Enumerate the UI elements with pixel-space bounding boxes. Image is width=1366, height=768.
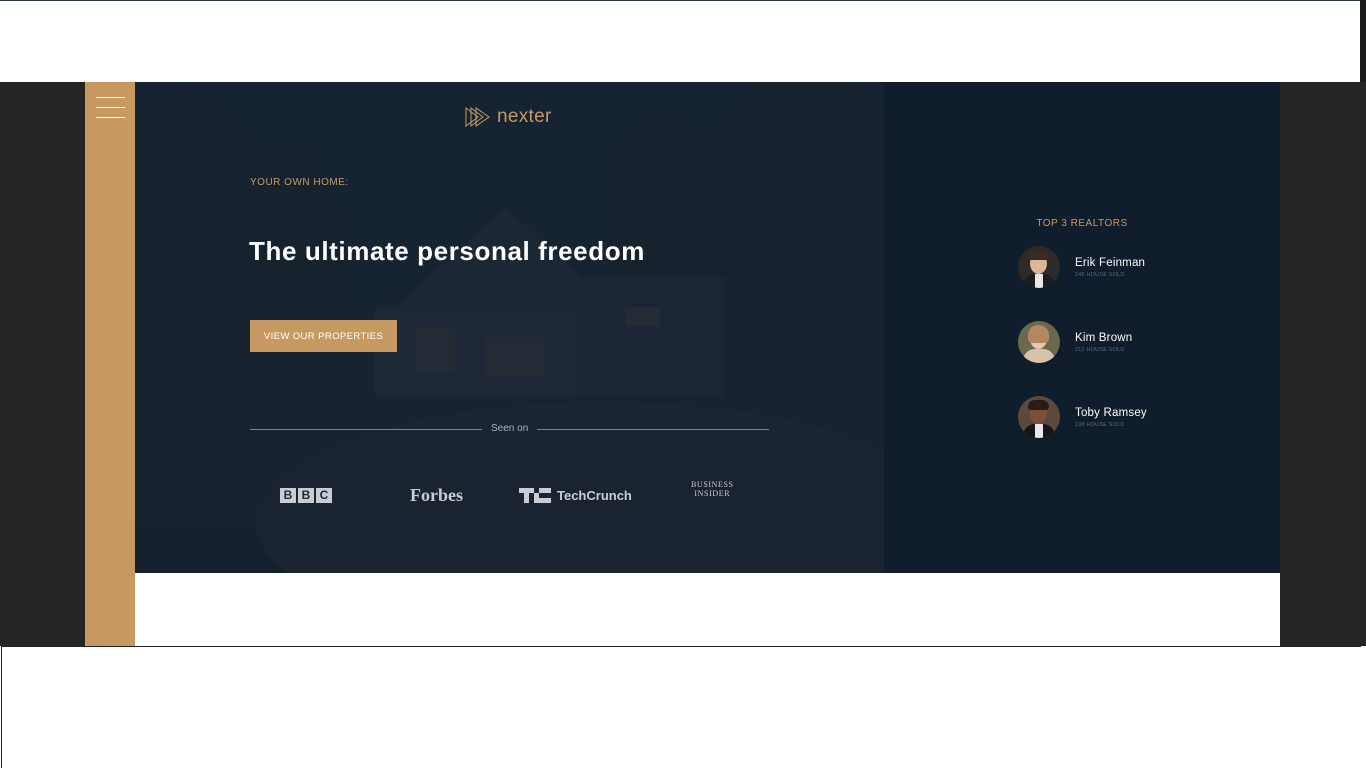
empty-area bbox=[1, 646, 1361, 768]
realtor-card[interactable]: Kim Brown 212 HOUSE SOLD bbox=[1018, 320, 1132, 364]
realtor-card[interactable]: Erik Feinman 245 HOUSE SOLD bbox=[1018, 245, 1145, 289]
realtor-sold-count: 212 HOUSE SOLD bbox=[1075, 346, 1125, 353]
seen-on-label: Seen on bbox=[491, 423, 529, 434]
realtor-sold-count: 198 HOUSE SOLD bbox=[1075, 421, 1125, 428]
forbes-logo: Forbes bbox=[410, 484, 463, 505]
techcrunch-icon bbox=[519, 487, 551, 503]
avatar bbox=[1018, 396, 1060, 438]
divider-line bbox=[250, 429, 482, 430]
realtor-name: Erik Feinman bbox=[1075, 256, 1146, 269]
brand-logo[interactable]: nexter bbox=[465, 104, 552, 130]
divider-line bbox=[537, 429, 769, 430]
realtor-sold-count: 245 HOUSE SOLD bbox=[1075, 271, 1125, 278]
realtors-title: TOP 3 REALTORS bbox=[1036, 218, 1128, 229]
hero-eyebrow: YOUR OWN HOME: bbox=[250, 177, 349, 188]
brand-name: nexter bbox=[497, 106, 552, 127]
avatar bbox=[1018, 321, 1060, 363]
avatar bbox=[1018, 246, 1060, 288]
business-insider-logo: BUSINESS INSIDER bbox=[691, 480, 734, 498]
bbc-logo: BBC bbox=[280, 480, 332, 510]
hero-headline: The ultimate personal freedom bbox=[249, 236, 645, 266]
hero-overlay bbox=[135, 82, 884, 573]
view-properties-button[interactable]: VIEW OUR PROPERTIES bbox=[250, 320, 397, 352]
window-edge bbox=[1360, 0, 1366, 82]
browser-top-border bbox=[0, 0, 1360, 1]
hero-header: nexter YOUR OWN HOME: The ultimate perso… bbox=[135, 82, 884, 573]
realtors-panel: TOP 3 REALTORS Erik Feinman 245 HOUSE SO… bbox=[884, 82, 1280, 573]
realtor-card[interactable]: Toby Ramsey 198 HOUSE SOLD bbox=[1018, 395, 1147, 439]
play-logo-icon bbox=[465, 107, 490, 127]
hamburger-menu-icon[interactable] bbox=[96, 97, 125, 119]
realtor-name: Toby Ramsey bbox=[1075, 406, 1147, 419]
content-below-header bbox=[135, 573, 1280, 646]
realtor-name: Kim Brown bbox=[1075, 331, 1133, 344]
sidebar bbox=[85, 82, 135, 646]
techcrunch-logo: TechCrunch bbox=[519, 480, 632, 510]
